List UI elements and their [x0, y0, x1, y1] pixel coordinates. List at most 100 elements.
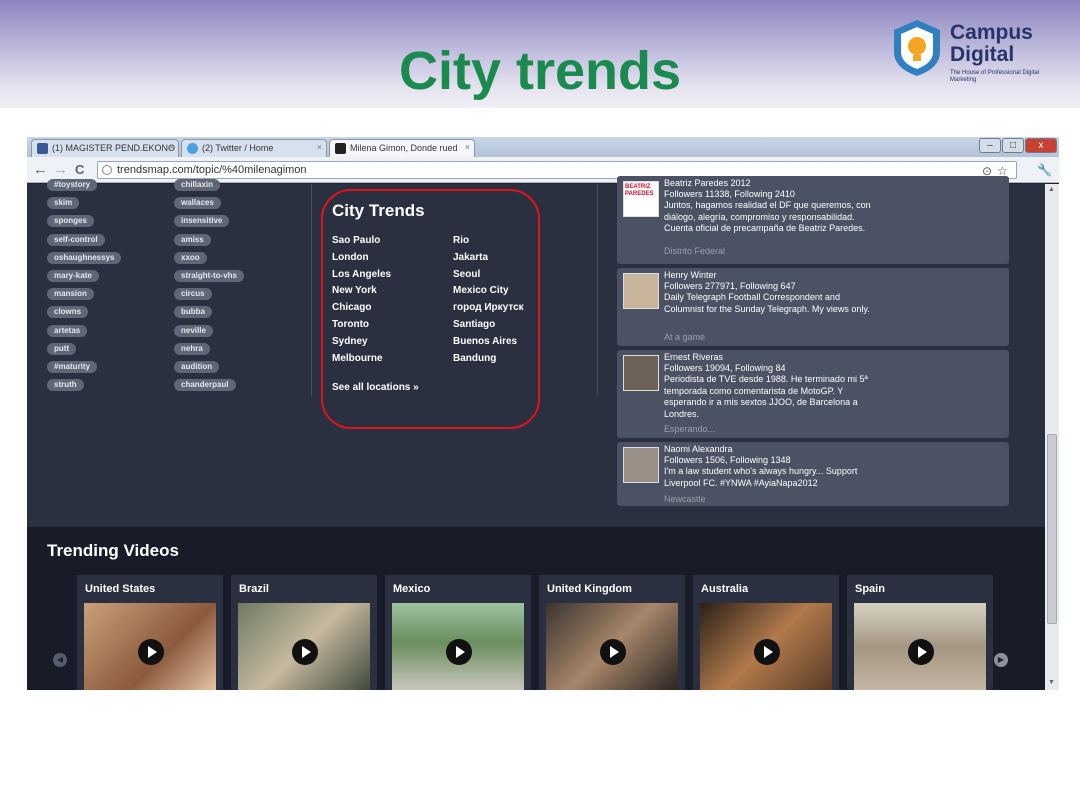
video-country-label: United Kingdom: [547, 583, 632, 595]
divider: [597, 184, 598, 396]
video-thumbnail[interactable]: [238, 603, 370, 690]
play-icon[interactable]: [292, 639, 318, 665]
scroll-up-icon[interactable]: ▲: [1048, 186, 1055, 193]
wrench-icon[interactable]: 🔧: [1037, 161, 1052, 179]
carousel-prev-icon[interactable]: ◀: [53, 653, 67, 667]
globe-icon: [102, 165, 112, 175]
video-card[interactable]: Australia: [693, 575, 839, 690]
tag-pill[interactable]: #maturity: [47, 361, 98, 373]
play-icon[interactable]: [754, 639, 780, 665]
video-country-label: United States: [85, 583, 156, 595]
scroll-down-icon[interactable]: ▼: [1048, 679, 1055, 686]
tag-pill[interactable]: chillaxin: [174, 179, 221, 191]
user-name[interactable]: Ernest Riveras: [664, 352, 723, 362]
tag-pill[interactable]: clowns: [47, 306, 89, 319]
user-stats: Followers 1506, Following 1348: [664, 455, 791, 465]
forward-icon[interactable]: →: [53, 161, 68, 179]
scrollbar[interactable]: ▲ ▼: [1045, 184, 1059, 690]
close-window-button[interactable]: x: [1025, 138, 1057, 153]
user-stats: Followers 19094, Following 84: [664, 363, 786, 373]
tag-pill[interactable]: self-control: [47, 233, 105, 246]
user-bio: Periodista de TVE desde 1988. He termina…: [664, 374, 868, 419]
user-stats: Followers 277971, Following 647: [664, 281, 796, 291]
divider: [311, 184, 312, 396]
tag-pill[interactable]: insensitive: [174, 215, 230, 228]
user-name[interactable]: Henry Winter: [664, 270, 717, 280]
tweet-card[interactable]: BEATRIZ PAREDES Beatriz Paredes 2012 Follo…: [617, 176, 1009, 264]
tab-label: Milena Gimon, Donde rued: [350, 143, 458, 153]
tag-pill[interactable]: putt: [47, 342, 77, 355]
video-thumbnail[interactable]: [392, 603, 524, 690]
video-thumbnail[interactable]: [546, 603, 678, 690]
avatar[interactable]: [623, 273, 659, 309]
minimize-button[interactable]: –: [979, 138, 1001, 153]
tab-twitter[interactable]: (2) Twitter / Home ×: [181, 139, 327, 157]
user-bio: Daily Telegraph Football Correspondent a…: [664, 292, 870, 314]
tweet-card[interactable]: Naomi Alexandra Followers 1506, Following…: [617, 442, 1009, 506]
video-card[interactable]: Mexico: [385, 575, 531, 690]
carousel-next-icon[interactable]: ▶: [994, 653, 1008, 667]
tag-pill[interactable]: neville: [174, 324, 213, 337]
back-icon[interactable]: ←: [33, 161, 48, 179]
tab-trendsmap[interactable]: Milena Gimon, Donde rued ×: [329, 139, 475, 157]
campus-digital-logo: Campus Digital The House of Professional…: [890, 18, 1050, 90]
tag-pill[interactable]: sponges: [47, 215, 94, 228]
tag-pill[interactable]: audition: [174, 361, 220, 373]
tag-pill[interactable]: artetas: [47, 324, 88, 337]
tab-label: (1) MAGISTER PEND.EKONO: [52, 143, 176, 153]
tweet-card[interactable]: Ernest Riveras Followers 19094, Following…: [617, 350, 1009, 438]
user-name[interactable]: Beatriz Paredes 2012: [664, 178, 751, 188]
tag-pill[interactable]: circus: [174, 288, 212, 301]
play-icon[interactable]: [600, 639, 626, 665]
video-country-label: Mexico: [393, 583, 431, 595]
video-country-label: Australia: [701, 583, 749, 595]
tag-pill[interactable]: amiss: [174, 233, 211, 246]
tweet-card[interactable]: Henry Winter Followers 277971, Following …: [617, 268, 1009, 346]
close-icon[interactable]: ×: [465, 142, 470, 152]
tag-pill[interactable]: skim: [47, 197, 80, 210]
video-card[interactable]: United States: [77, 575, 223, 690]
play-icon[interactable]: [446, 639, 472, 665]
scroll-thumb[interactable]: [1047, 434, 1057, 624]
play-icon[interactable]: [908, 639, 934, 665]
trending-videos-section: Trending Videos ◀ United States Brazil Mex…: [27, 527, 1045, 690]
avatar[interactable]: [623, 447, 659, 483]
tag-pill[interactable]: mansion: [47, 288, 94, 301]
tag-pill[interactable]: struth: [47, 379, 84, 392]
tag-pill[interactable]: wallaces: [174, 197, 221, 210]
video-card[interactable]: Spain: [847, 575, 993, 690]
close-icon[interactable]: ×: [317, 142, 322, 152]
tag-pill[interactable]: #toystory: [47, 179, 98, 191]
tab-bar: (1) MAGISTER PEND.EKONO × (2) Twitter / …: [27, 137, 1059, 157]
video-thumbnail[interactable]: [84, 603, 216, 690]
video-thumbnail[interactable]: [700, 603, 832, 690]
play-icon[interactable]: [138, 639, 164, 665]
trendsmap-icon: [335, 143, 346, 154]
tab-facebook[interactable]: (1) MAGISTER PEND.EKONO ×: [31, 139, 179, 157]
maximize-button[interactable]: □: [1002, 138, 1024, 153]
shield-bulb-icon: [894, 20, 940, 76]
trending-videos-title: Trending Videos: [47, 541, 179, 560]
logo-text-digital: Digital: [950, 43, 1015, 66]
tag-pill[interactable]: bubba: [174, 306, 212, 319]
tag-pill[interactable]: oshaughnessys: [47, 251, 122, 264]
avatar[interactable]: BEATRIZ PAREDES: [623, 181, 659, 217]
tag-pill[interactable]: chanderpaul: [174, 379, 236, 392]
tag-pill[interactable]: mary-kate: [47, 270, 99, 282]
close-icon[interactable]: ×: [169, 142, 174, 152]
user-stats: Followers 11338, Following 2410: [664, 189, 795, 199]
slide: City trends Campus Digital The House of …: [0, 0, 1080, 810]
user-bio: I'm a law student who's always hungry...…: [664, 466, 858, 488]
reload-icon[interactable]: C: [75, 161, 84, 179]
tag-pill[interactable]: xxoo: [174, 251, 207, 264]
video-card[interactable]: Brazil: [231, 575, 377, 690]
user-location: Esperando...: [664, 424, 716, 434]
highlight-circle: [321, 189, 540, 429]
user-name[interactable]: Naomi Alexandra: [664, 444, 733, 454]
avatar[interactable]: [623, 355, 659, 391]
video-thumbnail[interactable]: [854, 603, 986, 690]
tag-pill[interactable]: straight-to-vhs: [174, 270, 244, 282]
tag-pill[interactable]: nehra: [174, 342, 210, 355]
url-text: trendsmap.com/topic/%40milenagimon: [117, 164, 307, 176]
video-card[interactable]: United Kingdom: [539, 575, 685, 690]
